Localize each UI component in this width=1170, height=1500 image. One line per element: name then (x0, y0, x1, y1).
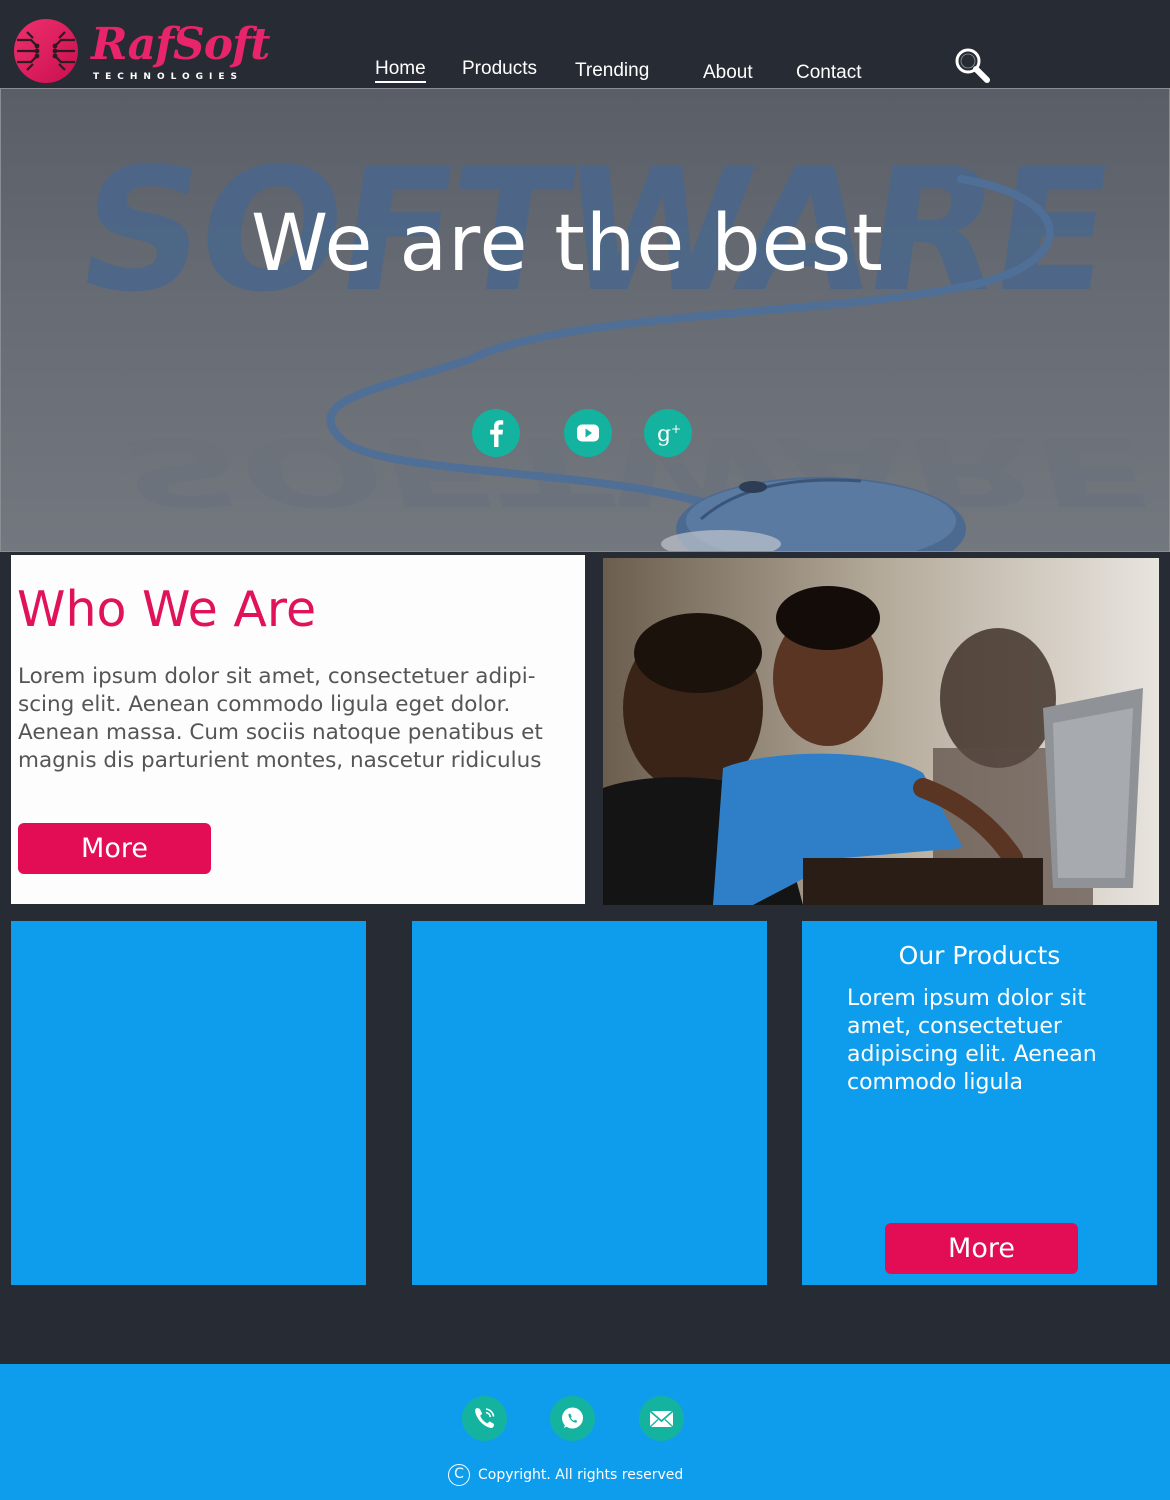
svg-text:+: + (671, 422, 681, 436)
search-icon[interactable] (953, 46, 991, 84)
site-footer: C Copyright. All rights reserved (0, 1364, 1170, 1500)
nav-products[interactable]: Products (462, 58, 537, 80)
who-we-are-text: Lorem ipsum dolor sit amet, consectetuer… (18, 664, 543, 773)
phone-icon[interactable] (462, 1396, 507, 1441)
brand-tagline: TECHNOLOGIES (93, 72, 244, 82)
svg-text:g: g (657, 422, 671, 447)
brand-logo[interactable]: RafSoft TECHNOLOGIES (13, 18, 270, 86)
copyright-notice: C Copyright. All rights reserved (448, 1464, 683, 1486)
product-tile-2[interactable] (412, 921, 767, 1285)
hero-banner: SOFTWARE SOFTWARE We are the best g + (0, 88, 1170, 552)
students-at-laptop-photo (603, 558, 1159, 905)
products-more-button[interactable]: More (885, 1223, 1078, 1274)
who-we-are-card: Who We Are Lorem ipsum dolor sit amet, c… (11, 555, 585, 904)
our-products-tile: Our Products Lorem ipsum dolor sit amet,… (802, 921, 1157, 1285)
nav-trending[interactable]: Trending (575, 60, 649, 82)
who-we-are-title: Who We Are (17, 581, 317, 638)
our-products-text: Lorem ipsum dolor sit amet, consectetuer… (847, 986, 1097, 1095)
copyright-text: Copyright. All rights reserved (478, 1467, 684, 1483)
copyright-icon: C (448, 1464, 470, 1486)
nav-about[interactable]: About (703, 62, 753, 84)
brand-name: RafSoft (91, 19, 270, 70)
nav-home[interactable]: Home (375, 58, 426, 83)
nav-contact[interactable]: Contact (796, 62, 861, 84)
hero-title: We are the best (251, 199, 884, 289)
product-tile-1[interactable] (11, 921, 366, 1285)
circuit-logo-icon (14, 19, 78, 83)
who-more-button[interactable]: More (18, 823, 211, 874)
svg-text:SOFTWARE: SOFTWARE (107, 417, 1160, 526)
whatsapp-icon[interactable] (550, 1396, 595, 1441)
facebook-icon[interactable] (472, 409, 520, 457)
youtube-icon[interactable] (564, 409, 612, 457)
google-plus-icon[interactable]: g + (644, 409, 692, 457)
mail-icon[interactable] (639, 1396, 684, 1441)
site-header: RafSoft TECHNOLOGIES Home Products Trend… (0, 0, 1170, 88)
our-products-title: Our Products (898, 941, 1061, 970)
software-mouse-illustration: SOFTWARE SOFTWARE (67, 132, 1160, 551)
